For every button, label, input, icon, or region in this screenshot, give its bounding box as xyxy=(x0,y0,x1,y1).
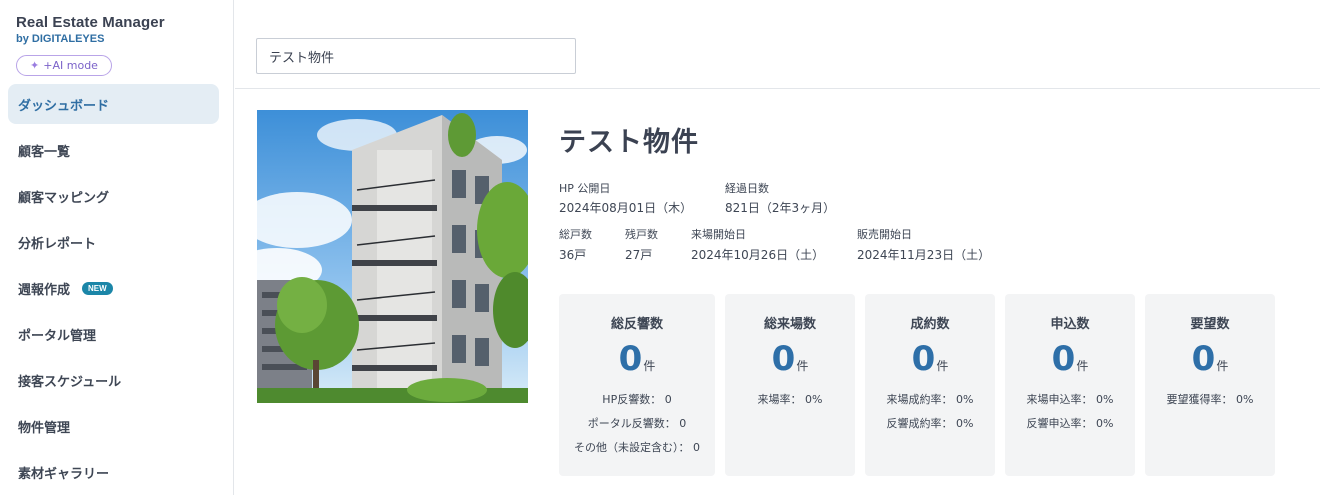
stat-card-title: 成約数 xyxy=(910,317,950,332)
sidebar-item-label: 顧客マッピング xyxy=(18,190,110,206)
stat-card-unit: 件 xyxy=(1216,359,1229,373)
stat-card-total-responses: 総反響数 0件 HP反響数： 0 ポータル反響数： 0 その他（未設定含む）： … xyxy=(559,294,715,476)
stat-card-total-visits: 総来場数 0件 来場率： 0% xyxy=(725,294,855,476)
sidebar-item-label: 物件管理 xyxy=(18,420,71,436)
stat-card-count: 0件 xyxy=(1005,340,1135,378)
hp-published-value: 2024年08月01日（木） xyxy=(559,201,693,215)
stat-card-number: 0 xyxy=(771,339,796,379)
stat-card-title: 要望数 xyxy=(1190,317,1230,332)
property-select-input[interactable] xyxy=(256,38,576,74)
sidebar-item-schedule[interactable]: 接客スケジュール xyxy=(8,360,219,400)
top-bar xyxy=(235,0,1320,89)
stat-card-count: 0件 xyxy=(1145,340,1275,378)
visit-start-value: 2024年10月26日（土） xyxy=(691,248,825,262)
elapsed-days-label: 経過日数 xyxy=(725,182,769,195)
sidebar-item-label: 週報作成 xyxy=(18,282,71,298)
stat-card-title: 申込数 xyxy=(1050,317,1090,332)
stat-card-unit: 件 xyxy=(936,359,949,373)
stat-card-number: 0 xyxy=(1191,339,1216,379)
sidebar-item-customer-mapping[interactable]: 顧客マッピング xyxy=(8,176,219,216)
sidebar-item-label: 分析レポート xyxy=(18,236,97,252)
elapsed-days-value: 821日（2年3ヶ月） xyxy=(725,201,836,215)
sidebar-item-label: 素材ギャラリー xyxy=(18,466,110,482)
sidebar: Real Estate Manager by DIGITALEYES ✦ +AI… xyxy=(0,0,234,495)
total-units-label: 総戸数 xyxy=(559,228,592,241)
sidebar-item-label: 顧客一覧 xyxy=(18,144,71,160)
sparkle-icon: ✦ xyxy=(30,59,40,72)
sales-start-label: 販売開始日 xyxy=(857,228,912,241)
stat-card-count: 0件 xyxy=(559,340,715,378)
stat-card-unit: 件 xyxy=(643,359,656,373)
sales-start-value: 2024年11月23日（土） xyxy=(857,248,991,262)
hp-published-label: HP 公開日 xyxy=(559,182,611,195)
sidebar-item-weekly-report[interactable]: 週報作成 NEW xyxy=(8,268,219,308)
ai-mode-button[interactable]: ✦ +AI mode xyxy=(16,55,112,76)
stat-card-detail: 来場成約率： 0% xyxy=(886,393,974,406)
stat-card-unit: 件 xyxy=(796,359,809,373)
stat-card-number: 0 xyxy=(1051,339,1076,379)
brand-title: Real Estate Manager xyxy=(16,14,165,31)
property-photo-image xyxy=(257,110,528,403)
sidebar-item-customers[interactable]: 顧客一覧 xyxy=(8,130,219,170)
stat-card-detail: 来場率： 0% xyxy=(757,393,823,406)
property-title: テスト物件 xyxy=(559,127,699,158)
stat-card-contracts: 成約数 0件 来場成約率： 0% 反響成約率： 0% xyxy=(865,294,995,476)
sidebar-item-label: 接客スケジュール xyxy=(18,374,122,390)
remaining-units-value: 27戸 xyxy=(625,248,653,262)
new-badge: NEW xyxy=(82,281,113,295)
sidebar-item-label: ポータル管理 xyxy=(18,328,97,344)
sidebar-item-gallery[interactable]: 素材ギャラリー xyxy=(8,452,219,492)
sidebar-nav: ダッシュボード 顧客一覧 顧客マッピング 分析レポート 週報作成 NEW ポータ… xyxy=(8,84,219,495)
stat-card-count: 0件 xyxy=(725,340,855,378)
sidebar-item-dashboard[interactable]: ダッシュボード xyxy=(8,84,219,124)
stat-card-title: 総来場数 xyxy=(763,317,816,332)
stat-card-detail: ポータル反響数： 0 xyxy=(587,417,687,430)
total-units-value: 36戸 xyxy=(559,248,587,262)
stat-card-count: 0件 xyxy=(865,340,995,378)
stat-card-detail: 要望獲得率： 0% xyxy=(1166,393,1254,406)
stat-card-detail: HP反響数： 0 xyxy=(602,393,672,406)
sidebar-item-portal[interactable]: ポータル管理 xyxy=(8,314,219,354)
property-photo xyxy=(257,110,528,403)
sidebar-item-properties[interactable]: 物件管理 xyxy=(8,406,219,446)
ai-mode-label: +AI mode xyxy=(43,59,98,72)
stat-card-detail: 反響申込率： 0% xyxy=(1026,417,1114,430)
stat-card-unit: 件 xyxy=(1076,359,1089,373)
remaining-units-label: 残戸数 xyxy=(625,228,658,241)
stat-card-detail: 反響成約率： 0% xyxy=(886,417,974,430)
stat-card-number: 0 xyxy=(911,339,936,379)
visit-start-label: 来場開始日 xyxy=(691,228,746,241)
stat-card-requests: 要望数 0件 要望獲得率： 0% xyxy=(1145,294,1275,476)
stat-card-detail: その他（未設定含む）： 0 xyxy=(574,441,700,454)
stat-card-detail: 来場申込率： 0% xyxy=(1026,393,1114,406)
sidebar-item-label: ダッシュボード xyxy=(18,98,110,114)
stat-card-number: 0 xyxy=(618,339,643,379)
stat-card-applications: 申込数 0件 来場申込率： 0% 反響申込率： 0% xyxy=(1005,294,1135,476)
sidebar-item-analysis-report[interactable]: 分析レポート xyxy=(8,222,219,262)
stat-card-title: 総反響数 xyxy=(610,317,663,332)
brand[interactable]: Real Estate Manager by DIGITALEYES xyxy=(16,14,165,45)
brand-subtitle: by DIGITALEYES xyxy=(16,33,105,45)
